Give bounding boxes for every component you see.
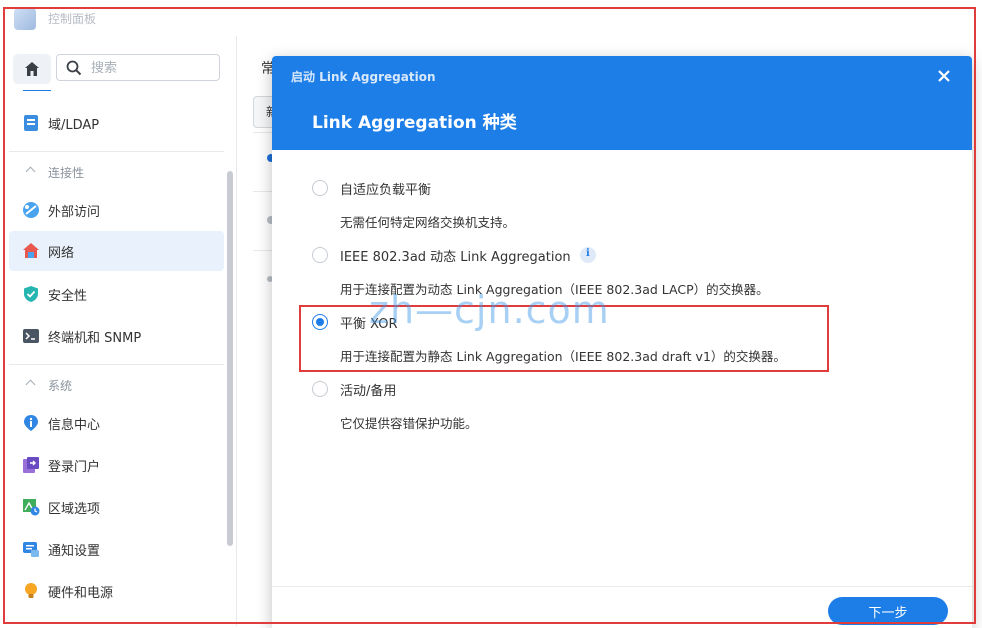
- sidebar-item-hardware-power[interactable]: 硬件和电源: [9, 571, 224, 611]
- next-button[interactable]: 下一步: [828, 597, 948, 625]
- sidebar-item-label: 信息中心: [48, 418, 101, 433]
- sidebar-item-ldap[interactable]: 域/LDAP: [9, 103, 224, 143]
- sidebar-item-region-options[interactable]: 区域选项: [9, 487, 224, 527]
- option-label: 活动/备用: [340, 384, 397, 399]
- divider: [9, 364, 224, 365]
- sidebar-item-label: 网络: [48, 246, 75, 261]
- sidebar-item-label: 安全性: [48, 289, 88, 304]
- sidebar-item-label: 硬件和电源: [48, 586, 114, 601]
- notification-icon: [23, 542, 39, 557]
- dialog-header: 启动 Link Aggregation Link Aggregation 种类: [272, 56, 972, 150]
- watermark: zh—cjn.com: [369, 288, 610, 332]
- login-portal-icon: [23, 457, 39, 473]
- option-description: 无需任何特定网络交换机支持。: [340, 215, 516, 230]
- sidebar-item-label: 外部访问: [48, 205, 101, 220]
- chevron-up-icon: [25, 166, 36, 177]
- chevron-up-icon: [25, 379, 36, 390]
- sidebar-item-security[interactable]: 安全性: [9, 274, 224, 314]
- scroll-indicator: [23, 90, 51, 91]
- window-titlebar: 控制面板: [0, 0, 982, 36]
- info-icon-glyph: i: [586, 248, 590, 259]
- radio-button-selected[interactable]: [312, 314, 328, 330]
- sidebar-item-network[interactable]: 网络: [9, 231, 224, 271]
- section-label: 连接性: [48, 166, 85, 180]
- section-label: 系统: [48, 379, 73, 393]
- window-title: 控制面板: [48, 12, 97, 26]
- info-center-icon: [24, 415, 38, 431]
- sidebar-item-login-portal[interactable]: 登录门户: [9, 445, 224, 485]
- region-options-icon: [23, 499, 40, 516]
- hardware-power-bulb-icon: [25, 583, 37, 598]
- network-house-icon: [23, 243, 39, 258]
- divider: [9, 151, 224, 152]
- security-shield-icon: [24, 286, 38, 302]
- directory-icon: [24, 115, 38, 131]
- sidebar-item-external-access[interactable]: 外部访问: [9, 190, 224, 230]
- terminal-icon: [23, 329, 39, 343]
- dialog-subtitle: Link Aggregation 种类: [312, 113, 517, 133]
- sidebar-item-label: 通知设置: [48, 544, 101, 559]
- sidebar-item-label: 域/LDAP: [48, 118, 100, 133]
- sidebar-item-terminal-snmp[interactable]: 终端机和 SNMP: [9, 316, 224, 356]
- sidebar-item-label: 终端机和 SNMP: [48, 331, 142, 346]
- search-input[interactable]: [89, 58, 213, 78]
- link-aggregation-dialog: 启动 Link Aggregation Link Aggregation 种类 …: [272, 56, 972, 628]
- close-icon[interactable]: [934, 66, 954, 86]
- radio-button[interactable]: [312, 381, 328, 397]
- radio-button[interactable]: [312, 180, 328, 196]
- sidebar-item-info-center[interactable]: 信息中心: [9, 403, 224, 443]
- sidebar-scrollbar[interactable]: [227, 171, 233, 546]
- sidebar-item-label: 区域选项: [48, 502, 101, 517]
- dialog-footer-divider: [272, 586, 972, 587]
- sidebar-item-label: 登录门户: [48, 460, 101, 475]
- section-connectivity[interactable]: 连接性: [5, 158, 224, 188]
- radio-button[interactable]: [312, 247, 328, 263]
- option-description: 它仅提供容错保护功能。: [340, 416, 478, 431]
- search-box[interactable]: [56, 54, 220, 81]
- sidebar: 域/LDAP 连接性 外部访问 网络 安全性 终端机和 SNMP 系统 信息中心…: [5, 36, 237, 626]
- info-icon[interactable]: i: [580, 247, 596, 263]
- search-icon: [66, 60, 82, 76]
- dialog-title: 启动 Link Aggregation: [291, 70, 436, 84]
- section-system[interactable]: 系统: [5, 371, 224, 401]
- home-icon: [25, 62, 39, 76]
- sidebar-item-notification[interactable]: 通知设置: [9, 529, 224, 569]
- external-access-icon: [23, 202, 39, 218]
- home-button[interactable]: [13, 54, 51, 84]
- option-label: 自适应负载平衡: [340, 183, 432, 198]
- control-panel-app-icon: [14, 8, 36, 30]
- option-label: IEEE 802.3ad 动态 Link Aggregation: [340, 250, 571, 265]
- option-description: 用于连接配置为静态 Link Aggregation（IEEE 802.3ad …: [340, 349, 786, 364]
